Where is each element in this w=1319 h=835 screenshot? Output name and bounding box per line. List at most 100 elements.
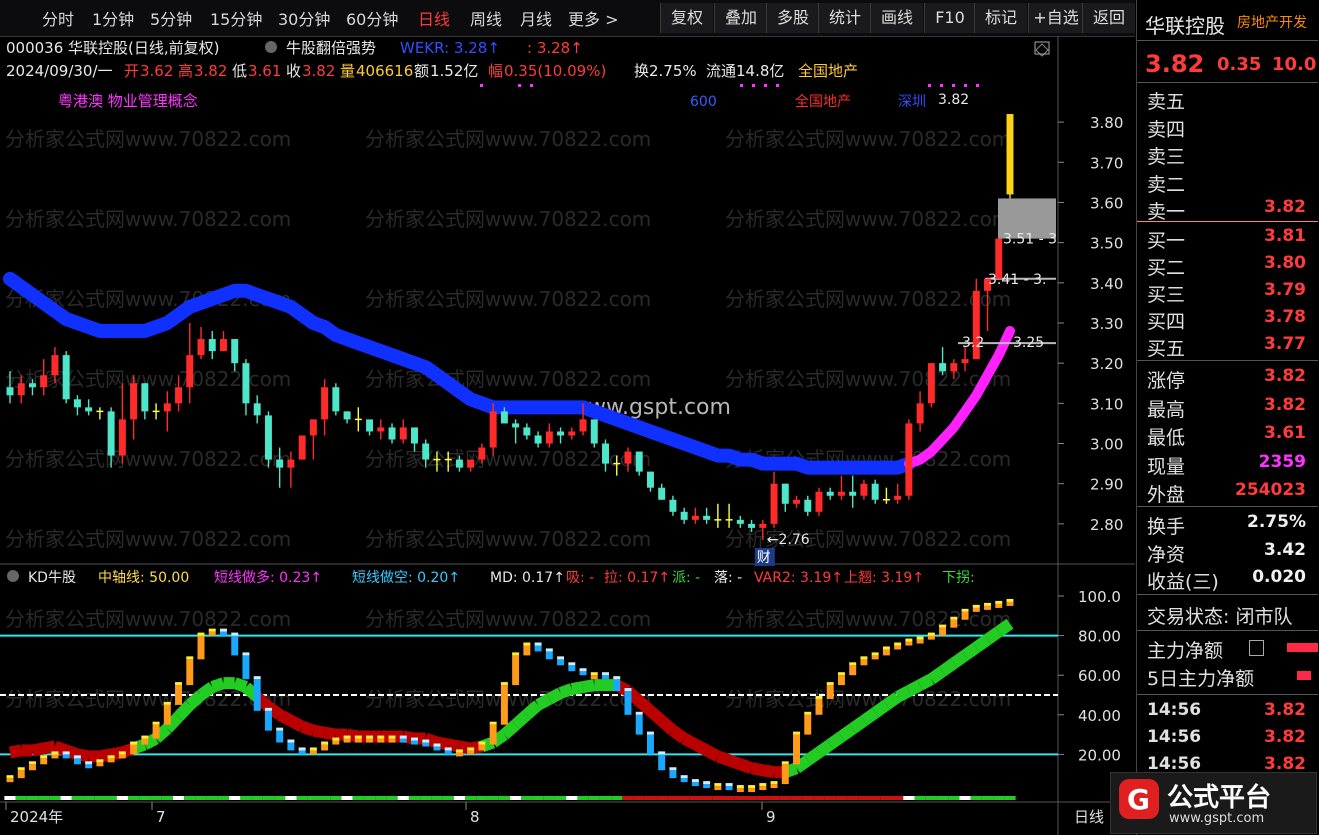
five-day-flow-bar (1297, 671, 1311, 680)
kd-bar (62, 754, 70, 759)
watermark: 分析家公式网www.70822.com (5, 447, 291, 471)
tick-time: 14:56 (1147, 700, 1202, 720)
tick-time: 14:56 (1147, 754, 1202, 774)
signal-strip (420, 796, 432, 800)
kd-bar (489, 724, 497, 745)
kd-bar (905, 641, 913, 646)
toolbar-button-6[interactable]: 标记 (974, 3, 1027, 33)
tab-8[interactable]: 月线 (520, 6, 552, 30)
kd-cap (579, 668, 587, 672)
candle-body (894, 495, 902, 500)
tab-2[interactable]: 5分钟 (150, 6, 192, 30)
var2-label: VAR2: 3.19↑ (754, 570, 843, 586)
signal-strip (397, 796, 409, 800)
fin-row: 净资 3.42 (1137, 538, 1318, 566)
kd-bar (961, 611, 969, 620)
tab-9[interactable]: 更多 > (568, 6, 619, 30)
tab-6[interactable]: 日线 (418, 6, 450, 30)
tab-0[interactable]: 分时 (42, 6, 74, 30)
signal-strip (408, 796, 421, 800)
kd-ribbon-seg (276, 709, 294, 727)
la-label: 拉: 0.17↑ (604, 570, 670, 586)
toolbar-button-2[interactable]: 多股 (766, 3, 819, 33)
tab-5[interactable]: 60分钟 (346, 6, 398, 30)
fin-value: 0.020 (1252, 567, 1306, 587)
kd-cap (287, 739, 295, 743)
signal-strip (723, 796, 735, 800)
toolbar-button-1[interactable]: 叠加 (714, 3, 767, 33)
tab-4[interactable]: 30分钟 (278, 6, 330, 30)
signal-strip (869, 796, 881, 800)
kd-ribbon-seg (522, 700, 543, 720)
candle-body (557, 431, 565, 436)
chart-canvas[interactable]: 分析家公式网www.70822.com 分析家公式网www.70822.com 分析… (0, 36, 1135, 835)
tab-7[interactable]: 周线 (470, 6, 502, 30)
kd-ribbon-seg (197, 682, 216, 700)
candle-body (220, 339, 227, 352)
zz-label: 中轴线: 50.00 (98, 570, 189, 586)
kd-cap (894, 642, 902, 646)
kd-bar (264, 710, 272, 731)
signal-dot (752, 84, 755, 87)
kd-cap (141, 735, 149, 739)
signal-strip (566, 796, 578, 800)
kd-bar (6, 778, 14, 783)
price-tick-label: 3.40 (1090, 275, 1123, 293)
signal-strip (993, 796, 1005, 800)
list-icon[interactable] (1249, 640, 1264, 656)
toolbar-button-4[interactable]: 画线 (870, 3, 923, 33)
toolbar-button-7[interactable]: +自选 (1028, 3, 1083, 33)
kd-bar (186, 659, 194, 686)
watermark: 分析家公式网www.70822.com (5, 607, 291, 631)
candle-body (927, 363, 935, 404)
signal-strip (60, 796, 72, 800)
kd-bar (242, 655, 250, 680)
kd-ribbon-seg (174, 700, 195, 721)
stat-value: 254023 (1235, 480, 1306, 500)
kd-bar (613, 679, 621, 692)
signal-strip (318, 796, 331, 800)
toolbar-button-5[interactable]: F10 (924, 3, 975, 33)
kd-bar (433, 746, 441, 751)
signal-strip (847, 796, 859, 800)
kd-bar (590, 675, 598, 680)
kd-bar (804, 714, 812, 735)
tab-1[interactable]: 1分钟 (92, 6, 134, 30)
watermark: 分析家公式网www.70822.com (725, 687, 1011, 711)
kd-bar (152, 724, 160, 739)
candle-body (736, 519, 744, 524)
tab-3[interactable]: 15分钟 (210, 6, 262, 30)
bid-value: 3.80 (1264, 253, 1306, 273)
candle-body (422, 443, 430, 460)
kd-bar (321, 744, 329, 751)
concept-tags: 粤港澳 物业管理概念 (58, 92, 198, 110)
sector-tag[interactable]: 房地产开发 (1237, 12, 1307, 32)
close-value: 3.82 (302, 62, 335, 80)
ask-value: 3.82 (1264, 197, 1306, 217)
kd-bar (714, 786, 722, 791)
kd-bar (759, 786, 767, 791)
signal-strip (543, 796, 555, 800)
kd-cap (208, 628, 216, 632)
sq-label: 上翘: 3.19↑ (844, 570, 924, 586)
signal-strip (116, 796, 128, 800)
signal-strip (341, 796, 353, 800)
candle-body (916, 403, 924, 424)
candle-body (163, 403, 171, 412)
xaxis-label: 7 (156, 808, 166, 826)
brand-logo-icon: G (1119, 779, 1159, 819)
toolbar-button-3[interactable]: 统计 (818, 3, 871, 33)
kd-ribbon-seg (232, 677, 248, 693)
signal-strip (970, 796, 982, 800)
kd-bar (388, 738, 396, 743)
kd-cap (96, 759, 104, 763)
kd-ribbon-seg (312, 724, 326, 739)
stat-row: 涨停 3.82 (1137, 364, 1318, 392)
kd-cap (849, 662, 857, 666)
signal-strip (678, 796, 690, 800)
marker-shenzhen: 深圳 (898, 94, 926, 110)
toolbar-button-0[interactable]: 复权 (660, 3, 713, 33)
candle-body (658, 487, 666, 500)
toolbar-button-8[interactable]: 返回 (1082, 3, 1135, 33)
candle-body (837, 491, 845, 496)
